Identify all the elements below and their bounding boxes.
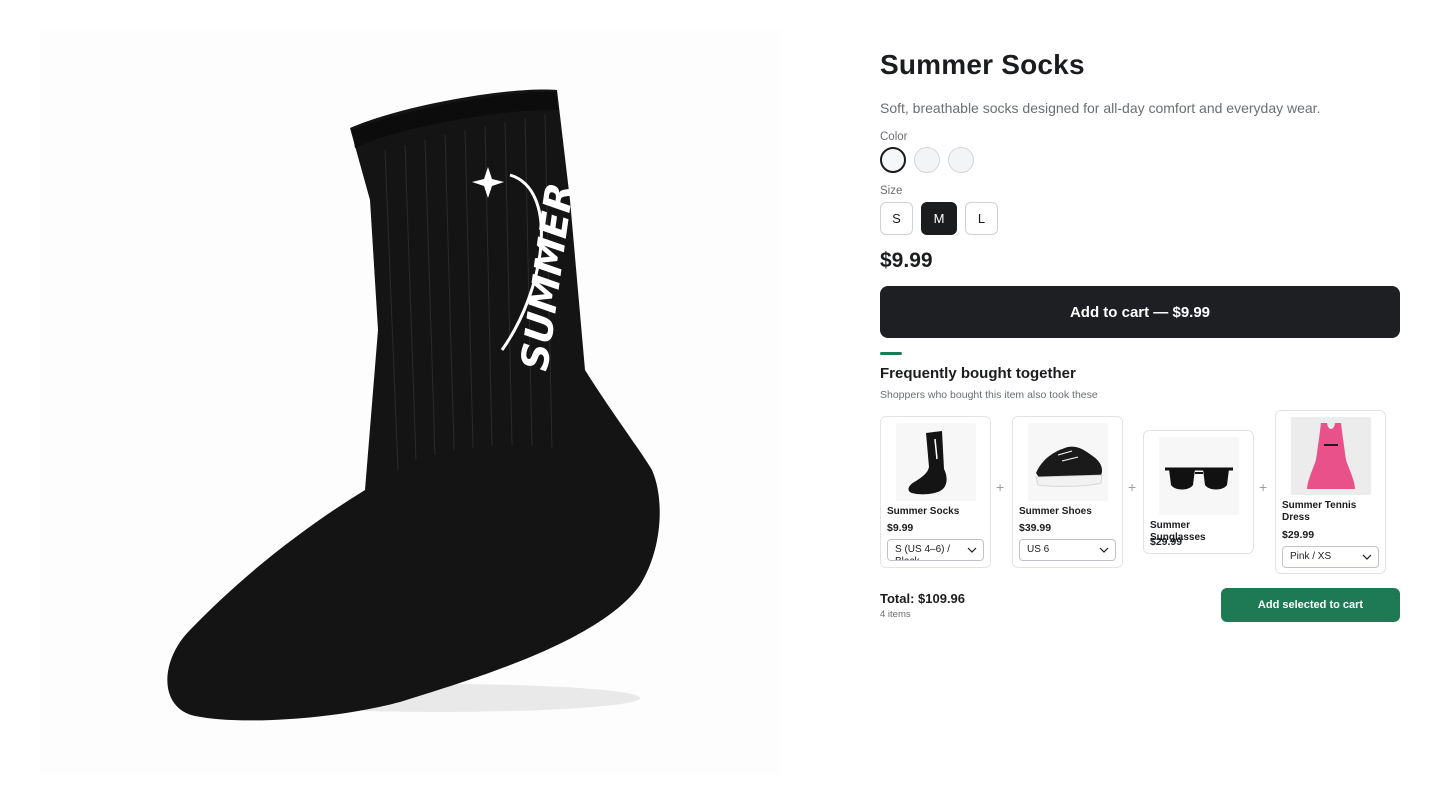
plus-icon: + bbox=[1128, 479, 1137, 495]
fbt-variant-value: S (US 4–6) / Black bbox=[895, 544, 951, 560]
fbt-item-price: $9.99 bbox=[887, 522, 914, 534]
color-swatches bbox=[880, 147, 1400, 173]
fbt-variant-select[interactable]: S (US 4–6) / Black bbox=[887, 539, 984, 561]
fbt-card-tennis-dress[interactable]: Summer Tennis Dress $29.99 Pink / XS bbox=[1275, 410, 1386, 574]
size-option-s[interactable]: S bbox=[880, 202, 913, 235]
chevron-down-icon bbox=[967, 547, 977, 553]
fbt-total-row: Total: $109.96 4 items Add selected to c… bbox=[880, 588, 1400, 624]
fbt-item-name: Summer Shoes bbox=[1019, 506, 1092, 517]
plus-icon: + bbox=[1259, 479, 1268, 495]
product-details: Summer Socks Soft, breathable socks desi… bbox=[880, 48, 1400, 580]
fbt-card-sunglasses[interactable]: Summer Sunglasses $29.99 bbox=[1143, 430, 1254, 554]
fbt-card-shoes[interactable]: Summer Shoes $39.99 US 6 bbox=[1012, 416, 1123, 568]
chevron-down-icon bbox=[1099, 547, 1109, 553]
sock-image: SUMMER bbox=[167, 89, 660, 721]
fbt-variant-select[interactable]: US 6 bbox=[1019, 539, 1116, 561]
section-accent-bar bbox=[880, 352, 902, 355]
fbt-item-price: $29.99 bbox=[1282, 529, 1315, 541]
product-description: Soft, breathable socks designed for all-… bbox=[880, 100, 1321, 116]
fbt-variant-value: Pink / XS bbox=[1290, 551, 1332, 562]
product-title: Summer Socks bbox=[880, 49, 1085, 80]
size-option-m[interactable]: M bbox=[921, 202, 957, 235]
fbt-item-price: $39.99 bbox=[1019, 522, 1052, 534]
add-selected-to-cart-button[interactable]: Add selected to cart bbox=[1221, 588, 1400, 622]
sock-thumbnail-icon bbox=[896, 423, 976, 501]
plus-icon: + bbox=[996, 479, 1005, 495]
fbt-variant-value: US 6 bbox=[1027, 544, 1050, 555]
color-swatch-white[interactable] bbox=[914, 147, 940, 173]
product-price: $9.99 bbox=[880, 249, 933, 272]
color-swatch-black[interactable] bbox=[880, 147, 906, 173]
size-options: S M L bbox=[880, 202, 1400, 235]
sunglasses-thumbnail-icon bbox=[1159, 437, 1239, 515]
fbt-title: Frequently bought together bbox=[880, 365, 1076, 382]
product-image: SUMMER bbox=[40, 30, 780, 775]
fbt-item-price: $29.99 bbox=[1150, 536, 1183, 548]
chevron-down-icon bbox=[1362, 554, 1372, 560]
size-option-l[interactable]: L bbox=[965, 202, 998, 235]
add-to-cart-button[interactable]: Add to cart — $9.99 bbox=[880, 286, 1400, 338]
tennis-dress-thumbnail-icon bbox=[1291, 417, 1371, 495]
fbt-item-name: Summer Socks bbox=[887, 506, 960, 517]
color-label: Color bbox=[880, 131, 908, 143]
fbt-card-socks[interactable]: Summer Socks $9.99 S (US 4–6) / Black bbox=[880, 416, 991, 568]
color-swatch-light-gray[interactable] bbox=[948, 147, 974, 173]
size-label: Size bbox=[880, 185, 903, 197]
fbt-items: Summer Socks $9.99 S (US 4–6) / Black + … bbox=[880, 410, 1400, 580]
fbt-subtitle: Shoppers who bought this item also took … bbox=[880, 389, 1098, 401]
fbt-item-name: Summer Tennis Dress bbox=[1282, 500, 1357, 523]
fbt-variant-select[interactable]: Pink / XS bbox=[1282, 546, 1379, 568]
shoe-thumbnail-icon bbox=[1028, 423, 1108, 501]
